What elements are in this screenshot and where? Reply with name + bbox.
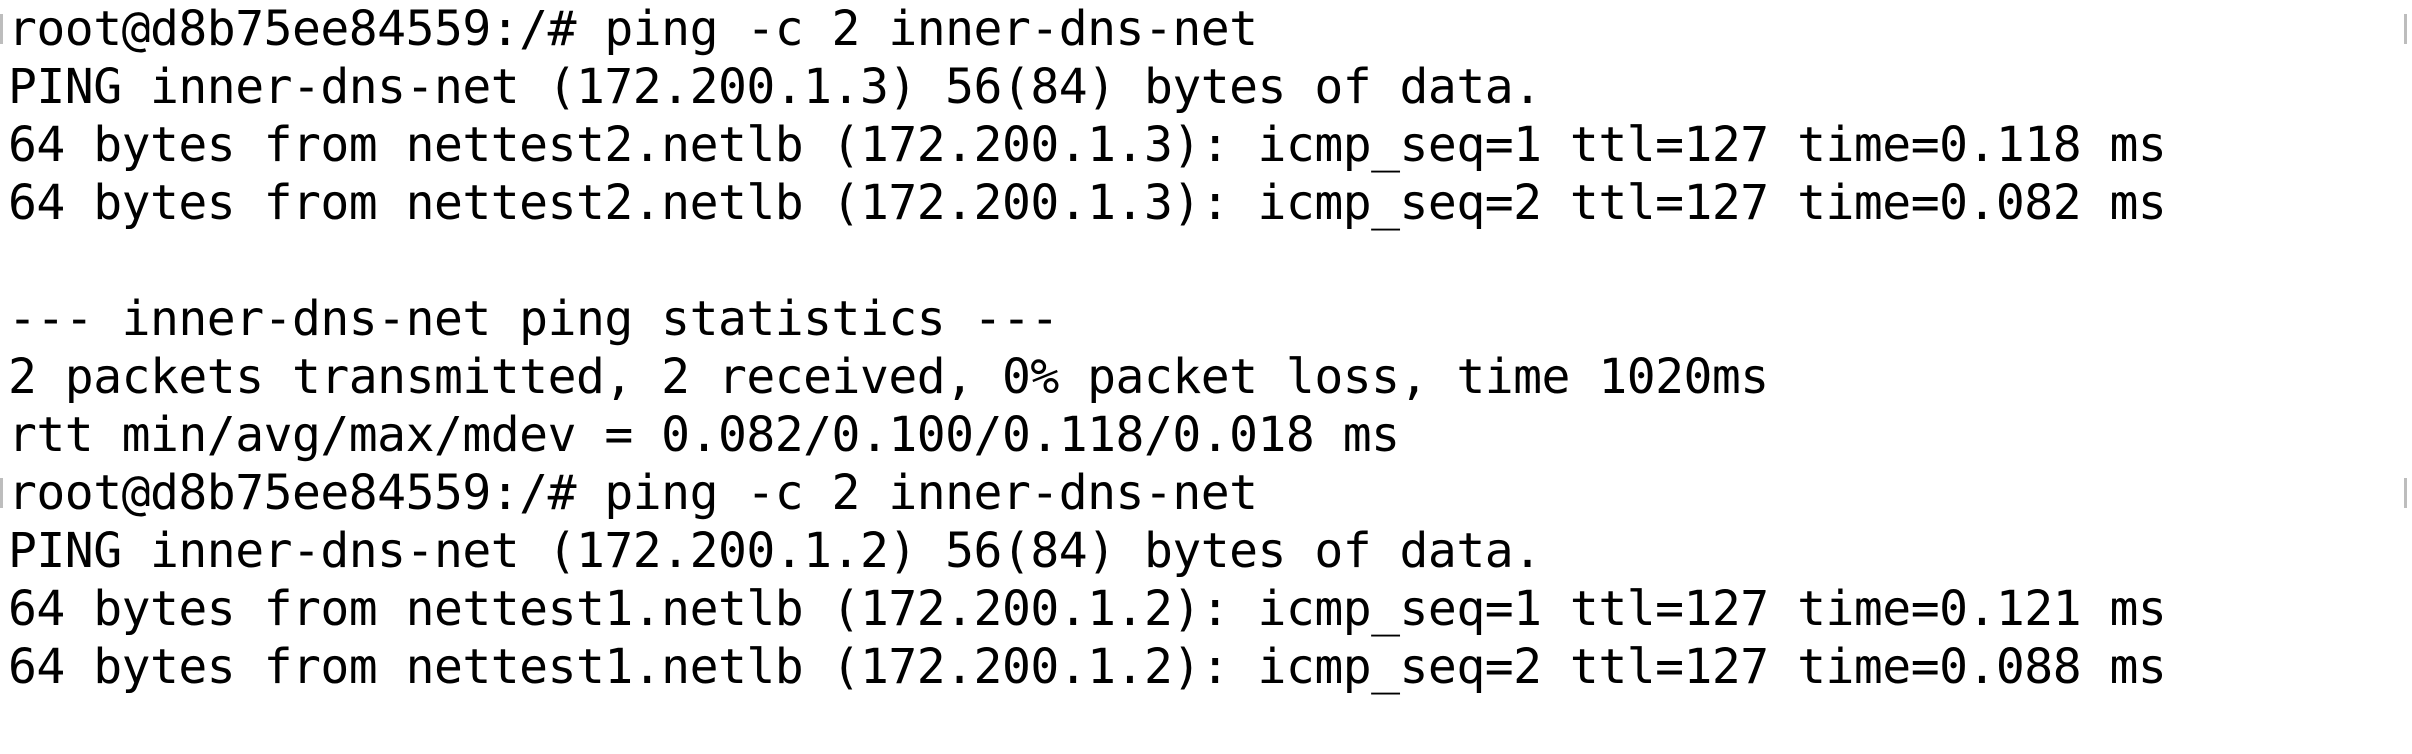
terminal-window[interactable]: root@d8b75ee84559:/# ping -c 2 inner-dns… [0,0,2412,752]
right-edge-marker [2404,14,2407,44]
terminal-line: 2 packets transmitted, 2 received, 0% pa… [8,349,1769,405]
terminal-line: --- inner-dns-net ping statistics --- [8,291,1059,347]
terminal-line-prompt: root@d8b75ee84559:/# ping -c 2 inner-dns… [8,1,1258,57]
terminal-line-prompt: root@d8b75ee84559:/# ping -c 2 inner-dns… [8,465,1258,521]
terminal-output: root@d8b75ee84559:/# ping -c 2 inner-dns… [8,0,2167,754]
terminal-line: 64 bytes from nettest2.netlb (172.200.1.… [8,117,2167,173]
terminal-line: rtt min/avg/max/mdev = 0.082/0.100/0.118… [8,407,1400,463]
terminal-line: PING inner-dns-net (172.200.1.3) 56(84) … [8,59,1542,115]
terminal-line: 64 bytes from nettest1.netlb (172.200.1.… [8,581,2167,637]
terminal-line: 64 bytes from nettest1.netlb (172.200.1.… [8,639,2167,695]
left-edge-marker [0,14,3,44]
terminal-line: PING inner-dns-net (172.200.1.2) 56(84) … [8,523,1542,579]
terminal-line: 64 bytes from nettest2.netlb (172.200.1.… [8,175,2167,231]
right-edge-marker [2404,478,2407,508]
left-edge-marker [0,478,3,508]
